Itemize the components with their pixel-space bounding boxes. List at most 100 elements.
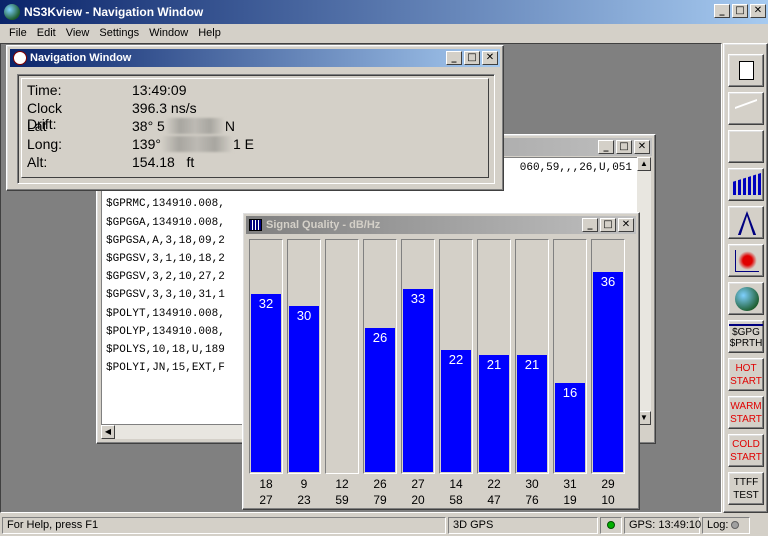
menu-file[interactable]: File	[4, 27, 32, 39]
navigation-titlebar[interactable]: Navigation Window _ □ ✕	[10, 49, 500, 67]
nav-label: Long:	[27, 136, 63, 152]
app-titlebar[interactable]: NS3Kview - Navigation Window _ □ ✕	[0, 0, 768, 24]
menu-window[interactable]: Window	[144, 27, 193, 39]
app-minimize-button[interactable]: _	[714, 4, 730, 18]
nav-value: 396.3 ns/s	[132, 100, 197, 116]
signal-bars-icon	[733, 173, 761, 195]
satellite-elevation-label: 27	[259, 493, 273, 507]
signal-quality-window[interactable]: Signal Quality - dB/Hz _ □ ✕ 32 30 26 33 22 2…	[242, 212, 640, 510]
cold-start-line-1: COLD	[732, 439, 760, 450]
menu-help[interactable]: Help	[193, 27, 226, 39]
nmea-minimize-button[interactable]: _	[598, 140, 614, 154]
satellite-elevation-label: 59	[335, 493, 349, 507]
warm-start-line-2: START	[730, 414, 762, 425]
status-log-label: Log:	[707, 519, 729, 531]
long-prefix: 139°	[132, 136, 161, 152]
signal-bar-column: 33	[401, 239, 435, 474]
nmea-console-button[interactable]: $GPG $PRTH	[728, 320, 764, 353]
nav-value: 139° 1 E	[132, 136, 254, 152]
signal-bar-column: 26	[363, 239, 397, 474]
signal-bar: 30	[289, 306, 319, 472]
signal-bar-column: 32	[249, 239, 283, 474]
status-fix-mode: 3D GPS	[448, 517, 598, 534]
compass-dividers-icon	[738, 211, 756, 235]
signal-bar-column: 22	[439, 239, 473, 474]
satellite-prn-label: 12	[335, 477, 349, 491]
signal-bar-column: 30	[287, 239, 321, 474]
gray-tool-button[interactable]	[728, 92, 764, 125]
status-help-text: For Help, press F1	[2, 517, 446, 534]
scatter-plot-icon	[735, 250, 759, 272]
satellite-prn-label: 9	[300, 477, 308, 491]
signal-bar-value: 21	[524, 357, 540, 372]
hot-start-line-1: HOT	[735, 363, 757, 374]
scatter-plot-button[interactable]	[728, 244, 764, 277]
satellite-elevation-label: 23	[297, 493, 311, 507]
blank-tool-button[interactable]	[728, 130, 764, 163]
app-title: NS3Kview - Navigation Window	[24, 5, 204, 19]
signal-quality-titlebar[interactable]: Signal Quality - dB/Hz _ □ ✕	[246, 216, 636, 234]
hot-start-button[interactable]: HOT START	[728, 358, 764, 391]
signal-bar-value: 32	[258, 296, 274, 311]
menu-edit[interactable]: Edit	[32, 27, 61, 39]
signal-bar-column: 21	[515, 239, 549, 474]
signal-bar-column	[325, 239, 359, 474]
gps-status-led-icon	[607, 521, 615, 529]
satellite-elevation-label: 47	[487, 493, 501, 507]
bar-chart-icon	[249, 219, 262, 231]
signal-maximize-button[interactable]: □	[600, 218, 616, 232]
navigation-button[interactable]	[728, 206, 764, 239]
ttff-test-button[interactable]: TTFF TEST	[728, 472, 764, 505]
nmea-button-line-2: $PRTH	[729, 338, 763, 349]
app-close-button[interactable]: ✕	[750, 4, 766, 18]
warm-start-button[interactable]: WARM START	[728, 396, 764, 429]
satellite-elevation-label: 58	[449, 493, 463, 507]
log-status-led-icon	[731, 521, 740, 529]
menu-settings[interactable]: Settings	[94, 27, 144, 39]
new-document-button[interactable]	[728, 54, 764, 87]
wedge-icon	[735, 98, 757, 118]
signal-bar: 22	[441, 350, 471, 472]
lat-prefix: 38° 5	[132, 118, 165, 134]
signal-bar: 36	[593, 272, 623, 472]
satellite-prn-label: 31	[563, 477, 577, 491]
scroll-up-arrow-icon[interactable]: ▲	[637, 157, 651, 171]
nav-close-button[interactable]: ✕	[482, 51, 498, 65]
satellite-prn-label: 22	[487, 477, 501, 491]
signal-bar: 33	[403, 289, 433, 472]
satellite-elevation-label: 20	[411, 493, 425, 507]
signal-bar: 21	[479, 355, 509, 472]
cold-start-button[interactable]: COLD START	[728, 434, 764, 467]
satellite-prn-label: 18	[259, 477, 273, 491]
signal-bar-value: 22	[448, 352, 464, 367]
signal-bar-value: 36	[600, 274, 616, 289]
status-log: Log:	[702, 517, 750, 534]
redacted-blur	[164, 118, 225, 134]
warm-start-line-1: WARM	[730, 401, 762, 412]
signal-bar-value: 21	[486, 357, 502, 372]
nmea-close-button[interactable]: ✕	[634, 140, 650, 154]
globe-satellite-icon	[735, 287, 759, 311]
app-maximize-button[interactable]: □	[732, 4, 748, 18]
signal-bar-column: 21	[477, 239, 511, 474]
navigation-window[interactable]: Navigation Window _ □ ✕ Time: 13:49:09 C…	[6, 45, 504, 191]
app-globe-icon	[4, 4, 20, 20]
status-gps-time: GPS: 13:49:10	[624, 517, 701, 534]
nav-value: 38° 5 N	[132, 118, 235, 134]
signal-quality-button[interactable]	[728, 168, 764, 201]
signal-close-button[interactable]: ✕	[618, 218, 634, 232]
menu-view[interactable]: View	[61, 27, 95, 39]
signal-bar-column: 16	[553, 239, 587, 474]
nav-value: 154.18 ft	[132, 154, 195, 170]
nav-maximize-button[interactable]: □	[464, 51, 480, 65]
signal-bar: 26	[365, 328, 395, 472]
satellite-prn-label: 29	[601, 477, 615, 491]
navigation-window-title: Navigation Window	[30, 52, 132, 64]
nav-minimize-button[interactable]: _	[446, 51, 462, 65]
signal-minimize-button[interactable]: _	[582, 218, 598, 232]
nav-value: 13:49:09	[132, 82, 187, 98]
scroll-left-arrow-icon[interactable]: ◀	[101, 425, 115, 439]
nmea-maximize-button[interactable]: □	[616, 140, 632, 154]
satellite-globe-button[interactable]	[728, 282, 764, 315]
signal-bar-value: 30	[296, 308, 312, 323]
